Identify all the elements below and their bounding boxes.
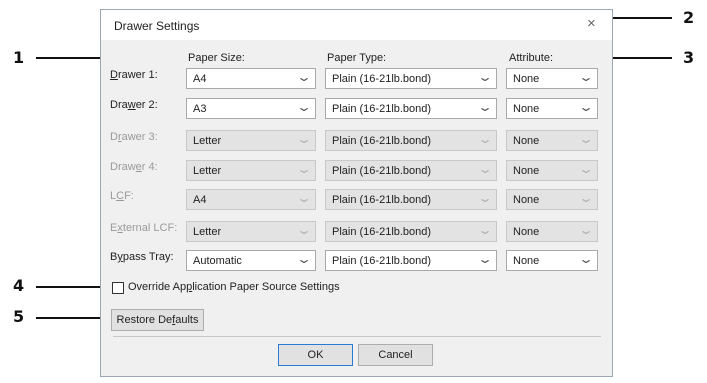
paper-type-select-value: Plain (16-21lb.bond) <box>332 135 432 147</box>
title-bar: Drawer Settings × <box>101 10 612 40</box>
paper-size-select-value: Letter <box>193 226 222 238</box>
attribute-select-value: None <box>513 194 540 206</box>
paper-size-select[interactable]: A4 ⌄ <box>186 68 316 89</box>
drawer-row-label: Drawer 1: <box>110 69 158 81</box>
chevron-down-icon: ⌄ <box>577 223 595 237</box>
paper-size-select: Letter ⌄ <box>186 221 316 242</box>
chevron-down-icon: ⌄ <box>476 100 494 114</box>
paper-size-select-value: A3 <box>193 103 207 115</box>
callout-3: 3 <box>683 48 695 67</box>
override-label[interactable]: Override Application Paper Source Settin… <box>128 281 340 293</box>
attribute-select: None ⌄ <box>506 160 598 181</box>
attribute-select-value: None <box>513 73 540 85</box>
callout-4: 4 <box>13 276 25 295</box>
chevron-down-icon: ⌄ <box>295 223 313 237</box>
paper-size-select: Letter ⌄ <box>186 130 316 151</box>
drawer-row-label: External LCF: <box>110 222 178 234</box>
close-icon[interactable]: × <box>587 15 596 32</box>
paper-type-select[interactable]: Plain (16-21lb.bond) ⌄ <box>325 98 497 119</box>
paper-size-select: A4 ⌄ <box>186 189 316 210</box>
chevron-down-icon: ⌄ <box>577 132 595 146</box>
paper-type-select: Plain (16-21lb.bond) ⌄ <box>325 189 497 210</box>
chevron-down-icon: ⌄ <box>476 70 494 84</box>
attribute-select-value: None <box>513 226 540 238</box>
chevron-down-icon: ⌄ <box>295 100 313 114</box>
paper-size-select-value: A4 <box>193 73 207 85</box>
restore-defaults-button[interactable]: Restore Defaults <box>111 309 204 331</box>
attribute-select: None ⌄ <box>506 189 598 210</box>
paper-size-select-value: Letter <box>193 165 222 177</box>
drawer-row-label: Drawer 3: <box>110 131 158 143</box>
paper-size-select-value: A4 <box>193 194 207 206</box>
paper-type-select[interactable]: Plain (16-21lb.bond) ⌄ <box>325 250 497 271</box>
paper-size-select: Letter ⌄ <box>186 160 316 181</box>
chevron-down-icon: ⌄ <box>577 70 595 84</box>
attribute-select[interactable]: None ⌄ <box>506 250 598 271</box>
dialog-title: Drawer Settings <box>114 19 200 33</box>
drawer-row-label: Bypass Tray: <box>110 251 174 263</box>
paper-type-select: Plain (16-21lb.bond) ⌄ <box>325 130 497 151</box>
paper-size-select[interactable]: A3 ⌄ <box>186 98 316 119</box>
paper-size-select-value: Automatic <box>193 255 242 267</box>
attribute-select: None ⌄ <box>506 221 598 242</box>
attribute-select[interactable]: None ⌄ <box>506 98 598 119</box>
drawer-row-label: LCF: <box>110 190 134 202</box>
callout-1: 1 <box>13 48 25 67</box>
paper-type-select-value: Plain (16-21lb.bond) <box>332 103 432 115</box>
override-checkbox[interactable] <box>112 282 124 294</box>
chevron-down-icon: ⌄ <box>295 132 313 146</box>
chevron-down-icon: ⌄ <box>476 252 494 266</box>
attribute-select: None ⌄ <box>506 130 598 151</box>
chevron-down-icon: ⌄ <box>577 162 595 176</box>
attribute-select-value: None <box>513 103 540 115</box>
chevron-down-icon: ⌄ <box>577 100 595 114</box>
chevron-down-icon: ⌄ <box>476 191 494 205</box>
paper-type-select-value: Plain (16-21lb.bond) <box>332 255 432 267</box>
attribute-select-value: None <box>513 255 540 267</box>
chevron-down-icon: ⌄ <box>476 132 494 146</box>
attribute-select-value: None <box>513 135 540 147</box>
paper-type-select-value: Plain (16-21lb.bond) <box>332 226 432 238</box>
callout-2: 2 <box>683 8 695 27</box>
chevron-down-icon: ⌄ <box>295 191 313 205</box>
paper-type-select: Plain (16-21lb.bond) ⌄ <box>325 221 497 242</box>
drawer-row-label: Drawer 2: <box>110 99 158 111</box>
paper-type-select-value: Plain (16-21lb.bond) <box>332 194 432 206</box>
paper-type-select[interactable]: Plain (16-21lb.bond) ⌄ <box>325 68 497 89</box>
chevron-down-icon: ⌄ <box>295 252 313 266</box>
chevron-down-icon: ⌄ <box>577 191 595 205</box>
paper-size-select[interactable]: Automatic ⌄ <box>186 250 316 271</box>
callout-5: 5 <box>13 307 25 326</box>
chevron-down-icon: ⌄ <box>295 70 313 84</box>
callout-5-line <box>36 317 110 319</box>
drawer-row-label: Drawer 4: <box>110 161 158 173</box>
ok-button[interactable]: OK <box>278 344 353 366</box>
attribute-header: Attribute: <box>509 52 554 64</box>
paper-type-select: Plain (16-21lb.bond) ⌄ <box>325 160 497 181</box>
chevron-down-icon: ⌄ <box>476 162 494 176</box>
cancel-button[interactable]: Cancel <box>358 344 433 366</box>
paper-size-select-value: Letter <box>193 135 222 147</box>
paper-size-header: Paper Size: <box>188 52 245 64</box>
chevron-down-icon: ⌄ <box>295 162 313 176</box>
chevron-down-icon: ⌄ <box>577 252 595 266</box>
chevron-down-icon: ⌄ <box>476 223 494 237</box>
attribute-select[interactable]: None ⌄ <box>506 68 598 89</box>
button-divider <box>113 336 601 337</box>
paper-type-select-value: Plain (16-21lb.bond) <box>332 73 432 85</box>
paper-type-select-value: Plain (16-21lb.bond) <box>332 165 432 177</box>
callout-4-line <box>36 286 110 288</box>
attribute-select-value: None <box>513 165 540 177</box>
paper-type-header: Paper Type: <box>327 52 387 64</box>
